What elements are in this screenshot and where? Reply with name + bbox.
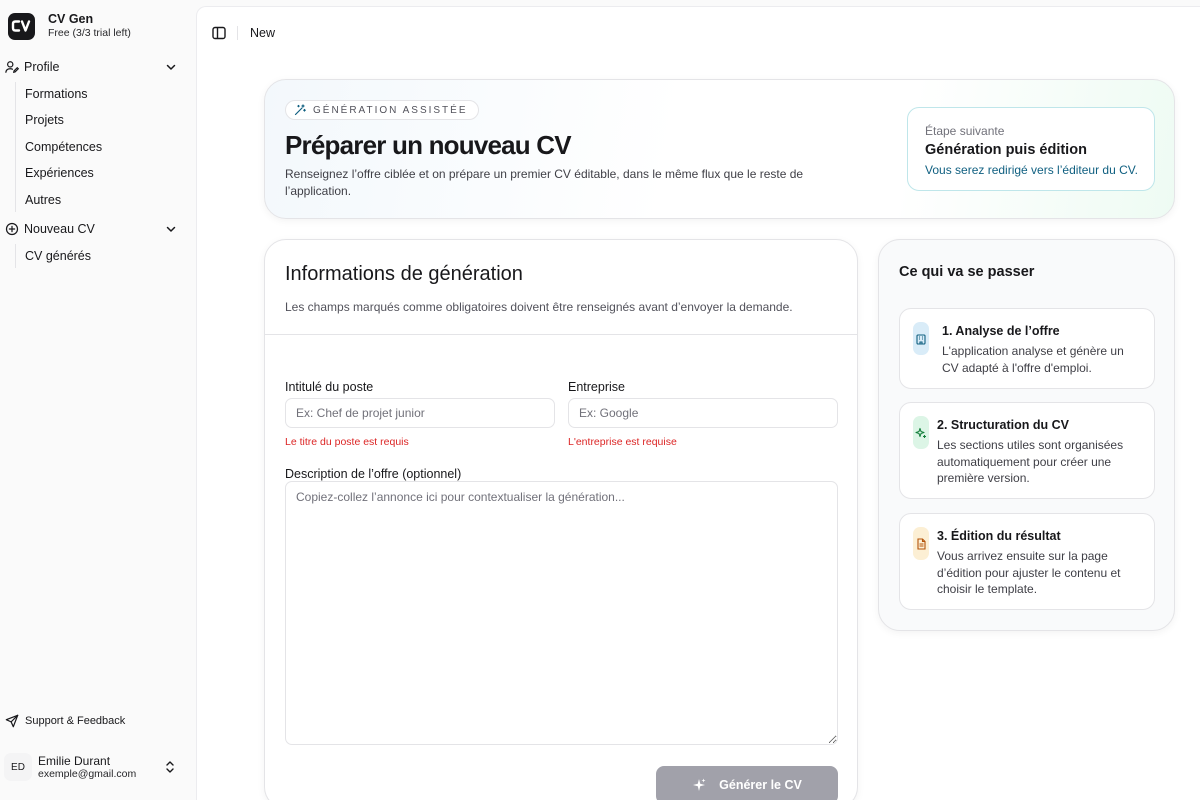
sidebar-toggle-icon[interactable] <box>211 25 227 41</box>
plan-status: Free (3/3 trial left) <box>48 27 131 39</box>
steps-title: Ce qui va se passer <box>899 264 1035 280</box>
sidebar-item-cv-generes[interactable]: CV générés <box>25 248 91 264</box>
step-card: 1. Analyse de l’offre L'application anal… <box>899 308 1155 389</box>
next-step-description: Vous serez redirigé vers l’éditeur du CV… <box>925 163 1138 177</box>
nav-tree-line <box>15 82 16 212</box>
page-title: Préparer un nouveau CV <box>285 130 572 160</box>
company-label: Entreprise <box>568 380 625 394</box>
company-input[interactable] <box>568 398 838 428</box>
next-step-card: Étape suivante Génération puis édition V… <box>907 107 1155 191</box>
step-card: 2. Structuration du CV Les sections util… <box>899 402 1155 499</box>
sidebar: CV Gen Free (3/3 trial left) Profile For… <box>0 0 196 800</box>
brand[interactable]: CV Gen Free (3/3 trial left) <box>8 12 131 40</box>
sidebar-item-autres[interactable]: Autres <box>25 192 61 208</box>
topbar: New <box>197 7 1200 59</box>
sparkles-icon <box>913 416 929 449</box>
magic-wand-icon <box>294 104 306 116</box>
form-title: Informations de génération <box>285 263 523 285</box>
app-name: CV Gen <box>48 12 94 26</box>
sidebar-item-experiences[interactable]: Expériences <box>25 165 94 181</box>
topbar-divider <box>237 26 238 40</box>
sidebar-group-label: Profile <box>24 60 60 74</box>
breadcrumb: New <box>250 26 276 40</box>
logo-icon <box>8 12 35 40</box>
user-name: Emilie Durant <box>38 753 111 768</box>
nav-tree-line <box>15 244 16 268</box>
what-happens-card: Ce qui va se passer 1. Analyse de l’offr… <box>878 239 1175 631</box>
sidebar-item-competences[interactable]: Compétences <box>25 139 102 155</box>
building-icon <box>913 322 929 355</box>
company-error: L'entreprise est requise <box>568 436 677 448</box>
user-pen-icon <box>4 59 20 75</box>
step-title: 2. Structuration du CV <box>937 418 1069 432</box>
sidebar-group-nouveau-cv[interactable]: Nouveau CV <box>4 217 186 241</box>
job-title-error: Le titre du poste est requis <box>285 436 409 448</box>
support-label: Support & Feedback <box>25 715 126 727</box>
job-title-input[interactable] <box>285 398 555 428</box>
avatar: ED <box>4 753 32 781</box>
chevron-down-icon <box>166 64 176 70</box>
step-description: Les sections utiles sont organisées auto… <box>937 438 1124 485</box>
step-card: 3. Édition du résultat Vous arrivez ensu… <box>899 513 1155 610</box>
generate-cv-label: Générer le CV <box>719 778 802 792</box>
badge-label: GÉNÉRATION ASSISTÉE <box>313 104 468 116</box>
next-step-title: Génération puis édition <box>925 142 1087 158</box>
generate-cv-button[interactable]: Générer le CV <box>656 766 838 800</box>
chevron-down-icon <box>166 226 176 232</box>
step-description: Vous arrivez ensuite sur la page d’éditi… <box>937 549 1121 596</box>
chevrons-up-down-icon <box>166 761 174 773</box>
hero-banner: GÉNÉRATION ASSISTÉE Préparer un nouveau … <box>264 79 1175 219</box>
sparkles-icon <box>693 778 706 791</box>
generation-form-card: Informations de génération Les champs ma… <box>264 239 858 800</box>
send-icon <box>5 714 19 728</box>
sidebar-item-formations[interactable]: Formations <box>25 86 88 102</box>
sidebar-group-profile[interactable]: Profile <box>4 55 186 79</box>
description-textarea[interactable] <box>285 481 838 745</box>
document-icon <box>913 527 929 560</box>
step-title: 1. Analyse de l’offre <box>942 324 1060 338</box>
step-title: 3. Édition du résultat <box>937 529 1061 543</box>
description-label: Description de l’offre (optionnel) <box>285 467 462 481</box>
plus-circle-icon <box>4 221 20 237</box>
sidebar-item-projets[interactable]: Projets <box>25 112 64 128</box>
next-step-label: Étape suivante <box>925 124 1005 138</box>
user-email: exemple@gmail.com <box>38 767 137 780</box>
step-description: L'application analyse et génère un CV ad… <box>942 344 1124 375</box>
support-feedback-link[interactable]: Support & Feedback <box>5 714 125 728</box>
assisted-generation-badge: GÉNÉRATION ASSISTÉE <box>285 100 479 120</box>
main-content: New GÉNÉRATION ASSISTÉE Préparer un nouv… <box>196 6 1200 800</box>
job-title-label: Intitulé du poste <box>285 380 374 394</box>
page-description: Renseignez l’offre ciblée et on prépare … <box>285 167 804 198</box>
form-divider <box>265 334 857 335</box>
form-subtitle: Les champs marqués comme obligatoires do… <box>285 300 793 314</box>
sidebar-group-label: Nouveau CV <box>24 222 95 236</box>
user-menu[interactable]: ED Emilie Durant exemple@gmail.com <box>4 752 186 782</box>
